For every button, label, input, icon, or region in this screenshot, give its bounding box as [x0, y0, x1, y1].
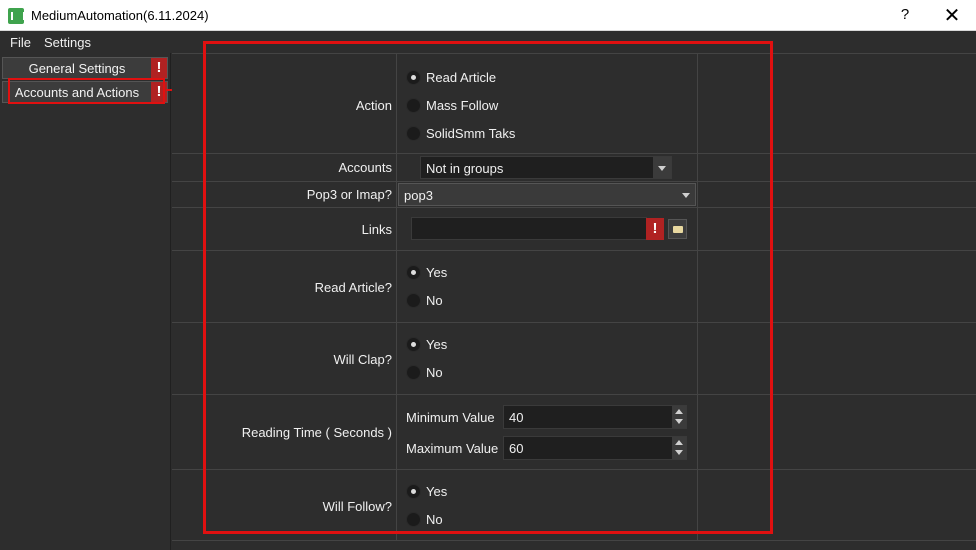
menu-file[interactable]: File	[10, 35, 31, 50]
sidebar-highlight-annotation	[8, 78, 165, 104]
sidebar-item-general-settings[interactable]: General Settings !	[2, 57, 168, 79]
warning-icon: !	[151, 58, 167, 78]
title-bar: MediumAutomation(6.11.2024) ? ✕	[0, 0, 976, 31]
form-highlight-annotation	[203, 41, 773, 534]
sidebar-item-label: General Settings	[28, 61, 126, 76]
row-divider	[172, 540, 976, 541]
close-button[interactable]: ✕	[938, 3, 966, 27]
window-title: MediumAutomation(6.11.2024)	[31, 8, 209, 23]
app-logo-icon	[8, 8, 25, 24]
help-button[interactable]: ?	[893, 6, 917, 26]
menu-settings[interactable]: Settings	[44, 35, 91, 50]
sidebar	[0, 53, 171, 550]
